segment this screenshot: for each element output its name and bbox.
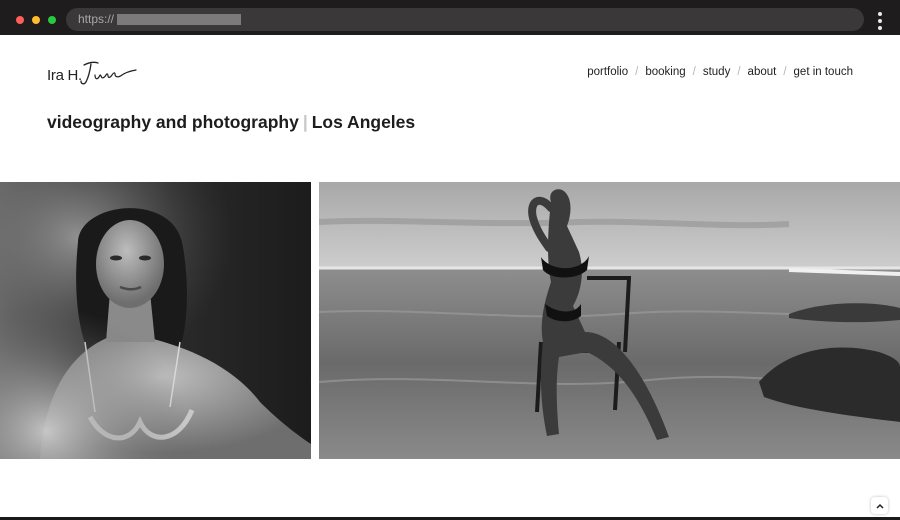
nav-separator: / <box>635 66 639 78</box>
nav-separator: / <box>692 66 696 78</box>
maximize-window-button[interactable] <box>48 16 56 24</box>
logo-signature <box>80 61 137 85</box>
site-logo[interactable]: Ira H. <box>47 59 147 89</box>
chevron-up-icon <box>875 503 884 509</box>
logo-text: Ira H. <box>47 67 82 84</box>
tagline-separator: | <box>302 112 308 132</box>
nav-booking[interactable]: booking <box>645 66 685 78</box>
url-scheme: https:// <box>78 12 115 26</box>
address-bar[interactable]: https:// <box>66 8 864 31</box>
nav-get-in-touch[interactable]: get in touch <box>794 66 853 78</box>
nav-study[interactable]: study <box>703 66 731 78</box>
scroll-to-top-button[interactable] <box>871 497 888 514</box>
beach-chair-image <box>319 182 900 459</box>
kebab-menu-icon[interactable] <box>876 12 884 30</box>
portrait-photo[interactable] <box>0 182 311 459</box>
close-window-button[interactable] <box>16 16 24 24</box>
main-nav: portfolio / booking / study / about / ge… <box>587 66 853 78</box>
nav-about[interactable]: about <box>748 66 777 78</box>
nav-separator: / <box>783 66 787 78</box>
url-redacted <box>117 14 241 25</box>
nav-separator: / <box>737 66 741 78</box>
nav-portfolio[interactable]: portfolio <box>587 66 628 78</box>
minimize-window-button[interactable] <box>32 16 40 24</box>
page-tagline: videography and photography | Los Angeles <box>47 112 415 133</box>
browser-chrome: https:// <box>0 0 900 35</box>
beach-chair-photo[interactable] <box>319 182 900 459</box>
tagline-main: videography and photography <box>47 112 299 132</box>
portrait-image <box>0 182 311 459</box>
tagline-location: Los Angeles <box>311 112 416 132</box>
